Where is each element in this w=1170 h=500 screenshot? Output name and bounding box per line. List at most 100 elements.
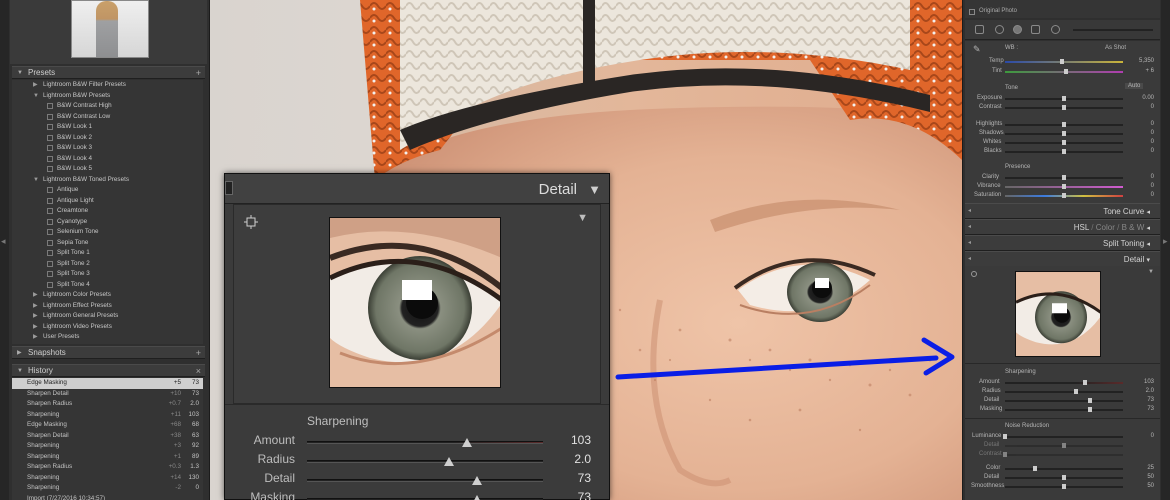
radial-filter-icon[interactable] (1051, 25, 1060, 34)
radius-slider[interactable] (1005, 389, 1123, 394)
tone-curve-header[interactable]: ◂ Tone Curve ◂ (965, 203, 1160, 219)
exposure-knob[interactable] (1062, 96, 1066, 101)
amount-knob[interactable] (1083, 380, 1088, 385)
tint-value[interactable]: + 6 (1145, 68, 1154, 74)
eyedropper-icon[interactable]: ✎ (973, 44, 981, 55)
preset-folder[interactable]: ▶ User Presets (12, 332, 203, 343)
history-item[interactable]: Sharpen Radius +0.7 2.0 (12, 399, 203, 410)
history-item[interactable]: Sharpen Detail +10 73 (12, 389, 203, 400)
contrast-knob[interactable] (1062, 105, 1066, 110)
blacks-knob[interactable] (1062, 149, 1066, 154)
preset-item[interactable]: B&W Look 1 (12, 122, 203, 133)
preset-folder[interactable]: ▶ Lightroom Color Presets (12, 290, 203, 301)
auto-tone-button[interactable]: Auto (1125, 83, 1144, 89)
slider-value[interactable]: 73 (578, 471, 591, 485)
contrast-slider[interactable] (1005, 105, 1123, 110)
preview-menu-triangle-icon[interactable]: ▼ (1148, 269, 1154, 275)
preset-item[interactable]: Selenium Tone (12, 227, 203, 238)
history-item[interactable]: Edge Masking +68 68 (12, 420, 203, 431)
amount-slider[interactable] (307, 438, 543, 447)
luminance-knob[interactable] (1003, 434, 1007, 439)
highlights-slider[interactable] (1005, 122, 1123, 127)
amount-slider[interactable] (1005, 380, 1123, 385)
detail-knob[interactable] (471, 476, 482, 485)
radius-knob[interactable] (443, 457, 454, 466)
panel-switch-icon[interactable]: ◂ (968, 204, 971, 219)
whites-slider[interactable] (1005, 140, 1123, 145)
collapse-left-arrow-icon[interactable]: ◂ (1, 236, 6, 247)
temp-value[interactable]: 5,350 (1139, 58, 1154, 64)
preset-item[interactable]: Split Tone 2 (12, 259, 203, 270)
preset-item[interactable]: B&W Look 2 (12, 133, 203, 144)
tool-slider[interactable] (1073, 29, 1153, 31)
hsl-header[interactable]: ◂ HSL / Color / B & W ◂ (965, 219, 1160, 235)
history-item[interactable]: Sharpening -2 0 (12, 483, 203, 494)
history-item[interactable]: Edge Masking +5 73 (12, 378, 203, 389)
saturation-knob[interactable] (1062, 193, 1066, 198)
exposure-slider[interactable] (1005, 96, 1123, 101)
preset-item[interactable]: Split Tone 1 (12, 248, 203, 259)
highlights-value[interactable]: 0 (1151, 121, 1154, 127)
tint-slider[interactable] (1005, 69, 1123, 74)
luminance-slider[interactable] (1003, 434, 1123, 439)
preset-item[interactable]: Antique Light (12, 196, 203, 207)
color-detail-slider[interactable] (1005, 475, 1123, 480)
radius-knob[interactable] (1073, 389, 1078, 394)
shadows-slider[interactable] (1005, 131, 1123, 136)
history-item[interactable]: Sharpening +14 130 (12, 473, 203, 484)
crop-tool-icon[interactable] (975, 25, 984, 34)
saturation-value[interactable]: 0 (1151, 192, 1154, 198)
blacks-value[interactable]: 0 (1151, 148, 1154, 154)
target-crosshair-icon[interactable] (244, 215, 258, 229)
detail-preview-thumbnail[interactable] (1015, 271, 1101, 357)
history-item[interactable]: Sharpening +11 103 (12, 410, 203, 421)
smoothness-slider[interactable] (1005, 484, 1123, 489)
shadows-value[interactable]: 0 (1151, 130, 1154, 136)
color-value[interactable]: 25 (1147, 465, 1154, 471)
masking-knob[interactable] (1087, 407, 1092, 412)
radius-value[interactable]: 2.0 (1146, 388, 1154, 394)
clear-history-icon[interactable]: × (196, 365, 201, 377)
highlights-knob[interactable] (1062, 122, 1066, 127)
detail-panel-header[interactable]: Detail ▼ (225, 174, 609, 204)
history-header[interactable]: ▼ History × (12, 364, 205, 377)
whites-knob[interactable] (1062, 140, 1066, 145)
spot-removal-icon[interactable] (995, 25, 1004, 34)
right-panel-edge[interactable]: ▸ (1161, 0, 1170, 500)
target-icon[interactable] (971, 271, 977, 277)
left-panel-edge[interactable]: ◂ (0, 0, 9, 500)
red-eye-icon[interactable] (1013, 25, 1022, 34)
luminance-value[interactable]: 0 (1151, 433, 1154, 439)
wb-value[interactable]: As Shot (1105, 45, 1126, 51)
radius-slider[interactable] (307, 457, 543, 466)
exposure-value[interactable]: 0.00 (1142, 95, 1154, 101)
graduated-filter-icon[interactable] (1031, 25, 1040, 34)
preset-folder[interactable]: ▶ Lightroom B&W Filter Presets (12, 80, 203, 91)
preview-menu-triangle-icon[interactable]: ▼ (577, 212, 588, 224)
collapse-right-arrow-icon[interactable]: ▸ (1163, 236, 1168, 247)
smoothness-value[interactable]: 50 (1147, 483, 1154, 489)
masking-value[interactable]: 73 (1147, 406, 1154, 412)
preset-item[interactable]: Antique (12, 185, 203, 196)
clarity-value[interactable]: 0 (1151, 174, 1154, 180)
contrast-value[interactable]: 0 (1151, 104, 1154, 110)
collapse-triangle-icon[interactable]: ▼ (588, 182, 601, 197)
preset-item[interactable]: Split Tone 3 (12, 269, 203, 280)
saturation-slider[interactable] (1005, 193, 1123, 198)
whites-value[interactable]: 0 (1151, 139, 1154, 145)
detail-preview-image[interactable] (329, 217, 501, 388)
preset-item[interactable]: Sepia Tone (12, 238, 203, 249)
preset-item[interactable]: Creamtone (12, 206, 203, 217)
panel-switch-icon[interactable]: ◂ (968, 236, 971, 251)
vibrance-value[interactable]: 0 (1151, 183, 1154, 189)
clarity-slider[interactable] (1005, 175, 1123, 180)
history-item[interactable]: Sharpen Radius +0.3 1.3 (12, 462, 203, 473)
navigator-thumbnail[interactable] (71, 0, 149, 58)
history-item[interactable]: Import (7/27/2016 10:34:57) (12, 494, 203, 500)
blacks-slider[interactable] (1005, 149, 1123, 154)
bw-tab[interactable]: B & W (1122, 223, 1145, 232)
hsl-tab[interactable]: HSL (1074, 223, 1089, 232)
snapshots-header[interactable]: ▶ Snapshots + (12, 346, 205, 359)
smoothness-knob[interactable] (1062, 484, 1066, 489)
slider-value[interactable]: 103 (571, 433, 591, 447)
